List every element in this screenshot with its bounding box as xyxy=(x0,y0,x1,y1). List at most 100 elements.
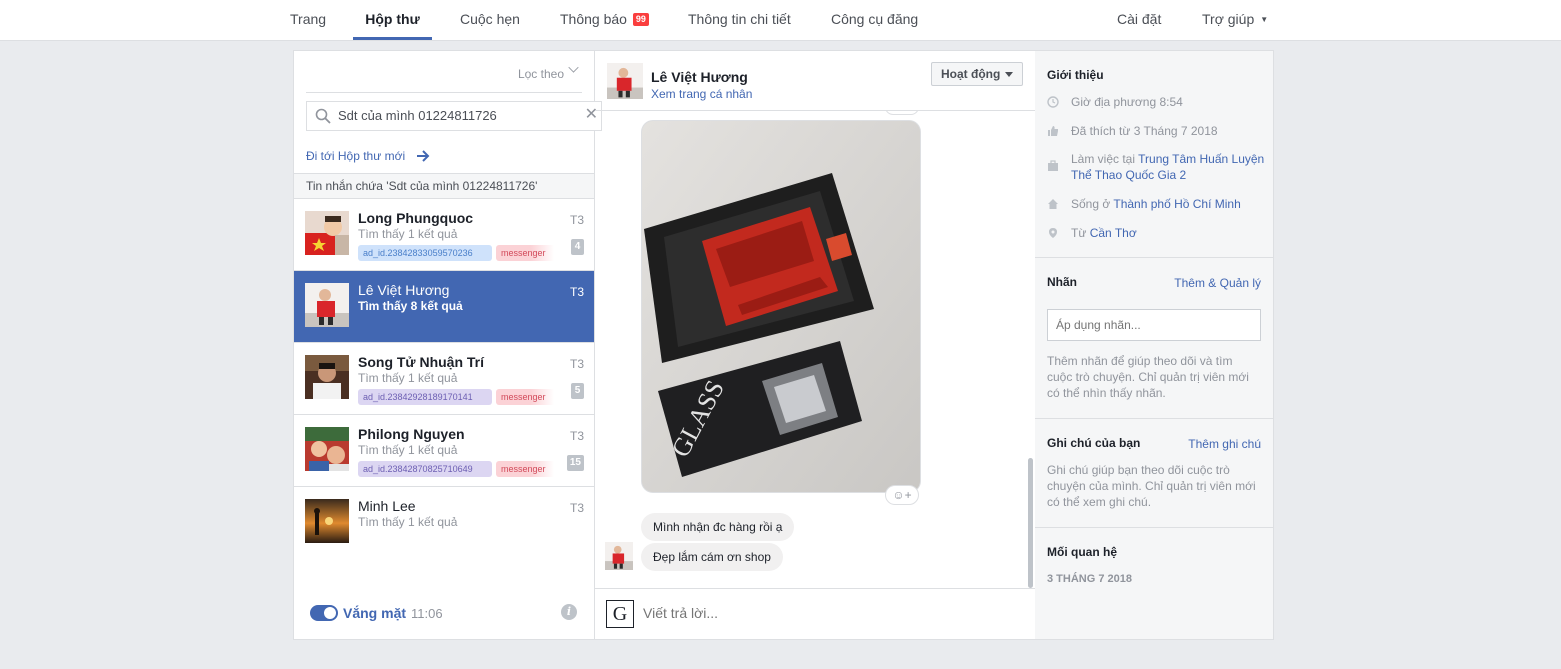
work-row: Làm việc tại Trung Tâm Huấn Luyện Thể Th… xyxy=(1047,151,1267,183)
briefcase-icon xyxy=(1048,160,1058,171)
add-note-link[interactable]: Thêm ghi chú xyxy=(1188,437,1261,451)
photo-message[interactable]: GLASS xyxy=(641,120,921,493)
inbox-frame: Lọc theo ✕ Đi tới Hộp thư mới Tin nhắn c… xyxy=(293,50,1274,640)
settings-label: Cài đặt xyxy=(1117,11,1162,27)
tab-trang[interactable]: Trang xyxy=(290,0,326,40)
tab-appointments[interactable]: Cuộc hẹn xyxy=(460,0,520,40)
contact-name[interactable]: Lê Việt Hương xyxy=(651,69,748,85)
work-info: Làm việc tại Trung Tâm Huấn Luyện Thể Th… xyxy=(1071,151,1267,183)
relationship-title: Mối quan hệ xyxy=(1047,545,1117,559)
thread-time: T3 xyxy=(569,429,584,443)
notes-title: Ghi chú của bạn xyxy=(1047,436,1141,450)
message-bubble: Mình nhận đc hàng rồi ạ xyxy=(641,513,795,541)
ad-id-tag[interactable]: ad_id.23842870825710649 xyxy=(358,461,492,477)
search-results-header: Tin nhắn chứa 'Sdt của mình 01224811726' xyxy=(294,173,594,199)
from-row: Từ Cần Thơ xyxy=(1047,225,1267,241)
tab-insights[interactable]: Thông tin chi tiết xyxy=(688,0,791,40)
avatar[interactable] xyxy=(607,63,643,99)
message-scrollbar[interactable] xyxy=(1028,458,1033,588)
messenger-tag[interactable]: messenger xyxy=(496,461,554,477)
goto-new-inbox-link[interactable]: Đi tới Hộp thư mới xyxy=(306,149,405,163)
work-prefix: Làm việc tại xyxy=(1071,152,1136,166)
reply-composer: G đ xyxy=(595,588,1249,639)
settings-link[interactable]: Cài đặt xyxy=(1117,0,1161,40)
labels-title: Nhãn xyxy=(1047,275,1077,289)
hometown-link[interactable]: Cần Thơ xyxy=(1090,226,1137,240)
top-navigation: Trang Hộp thư Cuộc hẹn Thông báo 99 Thôn… xyxy=(0,0,1561,41)
grammarly-g-icon[interactable]: G xyxy=(606,600,634,628)
ad-id-tag[interactable]: ad_id.23842833059570236 xyxy=(358,245,492,261)
chevron-down-icon[interactable] xyxy=(568,62,579,73)
thread-time: T3 xyxy=(569,357,584,371)
lives-info: Sống ở Thành phố Hồ Chí Minh xyxy=(1071,196,1267,212)
thread-item[interactable]: Long Phungquoc Tìm thấy 1 kết quả T3 ad_… xyxy=(294,199,594,271)
availability-bar: Vắng mặt 11:06 i xyxy=(294,588,594,639)
tab-notifications[interactable]: Thông báo 99 xyxy=(560,0,649,40)
thread-name: Minh Lee xyxy=(358,498,416,514)
away-label[interactable]: Vắng mặt xyxy=(343,605,406,621)
apply-label-input[interactable] xyxy=(1047,309,1261,341)
thread-item-selected[interactable]: Lê Việt Hương Tìm thấy 8 kết quả T3 xyxy=(294,271,594,343)
divider xyxy=(1035,257,1273,258)
avatar xyxy=(305,427,349,471)
thread-result-count: Tìm thấy 8 kết quả xyxy=(358,299,463,313)
divider xyxy=(1035,418,1273,419)
thread-name: Lê Việt Hương xyxy=(358,282,450,298)
messenger-tag[interactable]: messenger xyxy=(496,389,554,405)
status-dropdown[interactable]: Hoạt động xyxy=(931,62,1023,86)
info-icon[interactable]: i xyxy=(561,604,577,620)
thread-item[interactable]: Philong Nguyen Tìm thấy 1 kết quả T3 ad_… xyxy=(294,415,594,487)
intro-title: Giới thiệu xyxy=(1047,68,1104,82)
from-info: Từ Cần Thơ xyxy=(1071,225,1267,241)
message-list: GLASS ☺+ Mình nhận đc hàng rồi ạ Đẹp lắm… xyxy=(595,111,1035,588)
manage-labels-link[interactable]: Thêm & Quản lý xyxy=(1174,276,1261,290)
reaction-button[interactable] xyxy=(885,111,919,115)
add-reaction-button[interactable]: ☺+ xyxy=(885,485,919,505)
search-box: ✕ xyxy=(306,101,602,131)
filter-dropdown[interactable]: Lọc theo xyxy=(518,67,564,81)
away-time: 11:06 xyxy=(411,606,443,621)
message-bubble: Đẹp lắm cám ơn shop xyxy=(641,543,783,571)
thread-name: Long Phungquoc xyxy=(358,210,474,226)
thumbs-up-icon xyxy=(1048,126,1058,136)
lives-row: Sống ở Thành phố Hồ Chí Minh xyxy=(1047,196,1267,212)
contact-details-panel: Giới thiệu Giờ địa phương 8:54 Đã thích … xyxy=(1035,51,1273,639)
local-time: Giờ địa phương 8:54 xyxy=(1071,95,1183,109)
status-label: Hoạt động xyxy=(941,67,1001,81)
thread-item[interactable]: Minh Lee Tìm thấy 1 kết quả T3 xyxy=(294,487,594,559)
notes-help-text: Ghi chú giúp bạn theo dõi cuộc trò chuyệ… xyxy=(1047,463,1256,509)
thread-result-count: Tìm thấy 1 kết quả xyxy=(358,443,458,457)
unread-count-badge: 15 xyxy=(566,455,584,471)
home-icon xyxy=(1048,199,1058,209)
search-input[interactable] xyxy=(338,108,578,123)
tab-inbox[interactable]: Hộp thư xyxy=(353,0,432,40)
thread-result-count: Tìm thấy 1 kết quả xyxy=(358,227,458,241)
ad-id-tag[interactable]: ad_id.23842928189170141 xyxy=(358,389,492,405)
labels-help-text: Thêm nhãn để giúp theo dõi và tìm cuộc t… xyxy=(1047,354,1249,400)
caret-down-icon xyxy=(1005,72,1013,77)
avatar xyxy=(305,283,349,327)
reply-input[interactable] xyxy=(643,605,843,621)
arrow-right-icon[interactable] xyxy=(416,150,430,162)
notification-badge: 99 xyxy=(632,13,649,26)
tab-label: Thông báo xyxy=(560,11,627,27)
relationship-date: 3 THÁNG 7 2018 xyxy=(1047,573,1132,585)
city-link[interactable]: Thành phố Hồ Chí Minh xyxy=(1113,197,1240,211)
thread-result-count: Tìm thấy 1 kết quả xyxy=(358,515,458,529)
location-pin-icon xyxy=(1049,228,1057,238)
view-profile-link[interactable]: Xem trang cá nhân xyxy=(651,87,752,101)
thread-time: T3 xyxy=(569,285,584,299)
tab-label: Hộp thư xyxy=(365,11,420,27)
search-icon xyxy=(315,108,331,124)
tab-label: Công cụ đăng xyxy=(831,11,919,27)
tab-publishing-tools[interactable]: Công cụ đăng xyxy=(831,0,918,40)
conversation-header: Lê Việt Hương Xem trang cá nhân Hoạt độn… xyxy=(595,51,1035,111)
help-menu[interactable]: Trợ giúp ▼ xyxy=(1202,0,1268,40)
clock-icon xyxy=(1047,96,1059,108)
thread-item[interactable]: Song Tử Nhuận Trí Tìm thấy 1 kết quả T3 … xyxy=(294,343,594,415)
local-time-row: Giờ địa phương 8:54 xyxy=(1047,94,1267,110)
messenger-tag[interactable]: messenger xyxy=(496,245,554,261)
away-toggle[interactable] xyxy=(310,605,338,621)
unread-count-badge: 4 xyxy=(571,239,584,255)
avatar xyxy=(605,542,633,570)
